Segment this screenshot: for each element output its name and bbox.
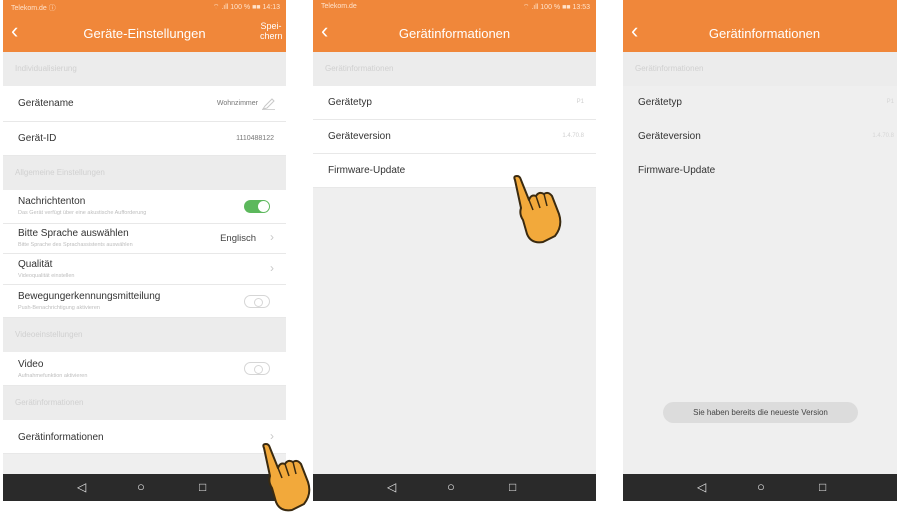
- section-header-device-info: Gerätinformationen: [313, 52, 596, 86]
- device-type-value: P1: [886, 99, 894, 105]
- language-row[interactable]: Bitte Sprache auswählen Bitte Sprache de…: [3, 224, 286, 254]
- pencil-icon[interactable]: [262, 98, 275, 110]
- status-carrier: Telekom.de: [321, 3, 357, 10]
- page-title: Gerätinformationen: [398, 26, 511, 41]
- status-bar: [623, 0, 897, 14]
- notification-tone-description: Das Gerät verfügt über eine akustische A…: [18, 210, 147, 216]
- save-button[interactable]: Spei-chern: [260, 21, 283, 41]
- motion-notification-toggle[interactable]: [244, 295, 270, 308]
- nav-recent-icon[interactable]: □: [199, 480, 206, 494]
- status-indicators: ⌔ .ıll 100 % ■■ 14:13: [212, 4, 280, 11]
- firmware-update-row[interactable]: Firmware-Update: [623, 154, 897, 188]
- video-description: Aufnahmefunktion aktivieren: [18, 373, 88, 379]
- screen-device-info-result: ‹ Gerätinformationen Gerätinformationen …: [623, 0, 897, 501]
- nav-recent-icon[interactable]: □: [509, 480, 516, 494]
- nav-back-icon[interactable]: ◁: [387, 480, 396, 494]
- page-title: Geräte-Einstellungen: [83, 26, 206, 41]
- firmware-update-label: Firmware-Update: [638, 165, 716, 176]
- device-name-label: Gerätename: [18, 98, 74, 109]
- section-header-individual: Individualisierung: [3, 52, 286, 86]
- quality-label: Qualität: [18, 259, 53, 270]
- device-id-value: 1110488122: [236, 135, 274, 142]
- quality-row[interactable]: Qualität Videoqualität einstellen ›: [3, 254, 286, 285]
- pointing-hand-icon: [262, 443, 311, 512]
- device-info-row[interactable]: Gerätinformationen ›: [3, 420, 286, 454]
- device-type-label: Gerätetyp: [638, 97, 682, 108]
- section-header-general: Allgemeine Einstellungen: [3, 156, 286, 190]
- android-nav-bar: ◁ ○ □: [3, 474, 286, 501]
- device-version-label: Geräteversion: [638, 131, 701, 142]
- device-type-row: Gerätetyp P1: [623, 86, 897, 120]
- status-carrier: Telekom.de ⓘ: [11, 5, 56, 12]
- screen-device-settings: Telekom.de ⓘ ⌔ .ıll 100 % ■■ 14:13 ‹ Ger…: [3, 0, 286, 501]
- chevron-right-icon: ›: [270, 261, 274, 275]
- motion-notification-description: Push-Benachrichtigung aktivieren: [18, 305, 100, 311]
- nav-home-icon[interactable]: ○: [757, 479, 765, 494]
- device-version-value: 1.4.70.8: [562, 133, 584, 139]
- nav-back-icon[interactable]: ◁: [77, 480, 86, 494]
- device-info-label: Gerätinformationen: [18, 432, 104, 443]
- video-row: Video Aufnahmefunktion aktivieren: [3, 352, 286, 386]
- nav-home-icon[interactable]: ○: [447, 479, 455, 494]
- app-bar: ‹ Gerätinformationen: [623, 14, 897, 52]
- device-version-row: Geräteversion 1.4.70.8: [623, 120, 897, 154]
- device-version-value: 1.4.70.8: [872, 133, 894, 139]
- nav-home-icon[interactable]: ○: [137, 479, 145, 494]
- app-bar: ‹ Gerätinformationen: [313, 14, 596, 52]
- language-value: Englisch: [220, 233, 256, 244]
- android-nav-bar: ◁ ○ □: [623, 474, 897, 501]
- android-nav-bar: ◁ ○ □: [313, 474, 596, 501]
- video-label: Video: [18, 359, 44, 370]
- device-type-value: P1: [576, 99, 584, 105]
- device-id-row: Gerät-ID 1110488122: [3, 122, 286, 156]
- app-bar: ‹ Geräte-Einstellungen Spei-chern: [3, 14, 286, 52]
- status-indicators: ⌔ .ıll 100 % ■■ 13:53: [522, 4, 590, 11]
- toast-message: Sie haben bereits die neueste Version: [663, 402, 858, 423]
- language-label: Bitte Sprache auswählen: [18, 228, 129, 239]
- notification-tone-label: Nachrichtenton: [18, 196, 86, 207]
- video-toggle[interactable]: [244, 362, 270, 375]
- pointing-hand-icon: [513, 175, 562, 244]
- nav-recent-icon[interactable]: □: [819, 480, 826, 494]
- motion-notification-row: Bewegungerkennungsmitteilung Push-Benach…: [3, 285, 286, 318]
- status-bar: Telekom.de ⌔ .ıll 100 % ■■ 13:53: [313, 0, 596, 14]
- device-name-value: Wohnzimmer: [216, 100, 258, 107]
- notification-tone-toggle[interactable]: [244, 200, 270, 213]
- device-version-row: Geräteversion 1.4.70.8: [313, 120, 596, 154]
- chevron-right-icon: ›: [270, 429, 274, 443]
- device-name-row[interactable]: Gerätename Wohnzimmer: [3, 86, 286, 122]
- firmware-update-label: Firmware-Update: [328, 165, 406, 176]
- notification-tone-row: Nachrichtenton Das Gerät verfügt über ei…: [3, 190, 286, 224]
- device-id-label: Gerät-ID: [18, 133, 57, 144]
- chevron-right-icon: ›: [270, 230, 274, 244]
- quality-description: Videoqualität einstellen: [18, 273, 75, 279]
- section-header-device-info: Gerätinformationen: [623, 52, 897, 86]
- status-bar: Telekom.de ⓘ ⌔ .ıll 100 % ■■ 14:13: [3, 0, 286, 14]
- language-description: Bitte Sprache des Sprachassistents auswä…: [18, 242, 133, 248]
- screen-device-info: Telekom.de ⌔ .ıll 100 % ■■ 13:53 ‹ Gerät…: [313, 0, 596, 501]
- nav-back-icon[interactable]: ◁: [697, 480, 706, 494]
- device-type-label: Gerätetyp: [328, 97, 372, 108]
- page-title: Gerätinformationen: [708, 26, 821, 41]
- section-header-video: Videoeinstellungen: [3, 318, 286, 352]
- section-header-device-info: Gerätinformationen: [3, 386, 286, 420]
- device-type-row: Gerätetyp P1: [313, 86, 596, 120]
- motion-notification-label: Bewegungerkennungsmitteilung: [18, 291, 161, 302]
- device-version-label: Geräteversion: [328, 131, 391, 142]
